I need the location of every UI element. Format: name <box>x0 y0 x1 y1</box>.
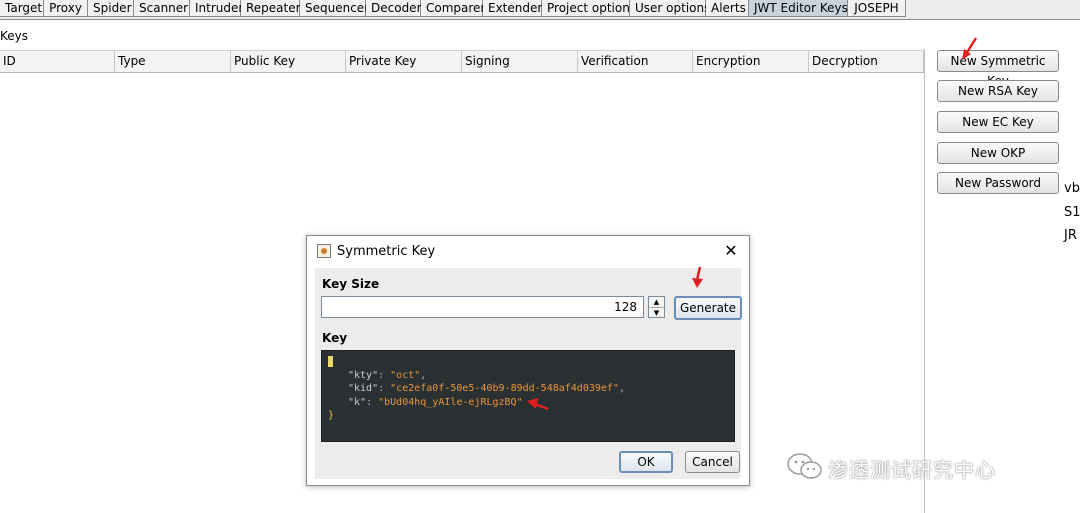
keys-table-header: ID Type Public Key Private Key Signing V… <box>0 50 924 73</box>
new-password-button[interactable]: New Password <box>937 172 1059 194</box>
column-header-id[interactable]: ID <box>0 51 115 72</box>
dialog-title: Symmetric Key <box>337 244 436 259</box>
tab-decoder[interactable]: Decoder <box>366 0 422 17</box>
cancel-button[interactable]: Cancel <box>685 451 740 473</box>
key-label: Key <box>322 331 348 345</box>
key-json-editor[interactable]: "kty": "oct", "kid": "ce2efa0f-50e5-40b9… <box>321 350 735 442</box>
json-value-k: "bUd04hq_yAIle-ejRLgzBQ" <box>378 396 523 408</box>
spinner-up-icon[interactable]: ▲ <box>649 297 664 308</box>
tab-spider[interactable]: Spider <box>88 0 134 17</box>
column-header-verification[interactable]: Verification <box>578 51 693 72</box>
annotation-arrow-icon <box>692 266 703 288</box>
new-symmetric-key-button[interactable]: New Symmetric Key <box>937 50 1059 88</box>
column-header-private-key[interactable]: Private Key <box>346 51 462 72</box>
close-icon[interactable]: ✕ <box>721 241 741 260</box>
tab-project-options[interactable]: Project options <box>542 0 636 17</box>
key-size-spinner: ▲ ▼ <box>648 296 665 318</box>
new-ec-key-button[interactable]: New EC Key <box>937 111 1059 133</box>
json-close-brace: } <box>328 410 335 421</box>
clipped-text-1: vbl <box>1064 181 1080 196</box>
tab-intruder[interactable]: Intruder <box>190 0 243 17</box>
dialog-body: Key Size 128 ▲ ▼ Generate Key "kty": "oc… <box>315 268 742 479</box>
tab-comparer[interactable]: Comparer <box>421 0 485 17</box>
annotation-arrow-icon <box>527 398 549 411</box>
tab-target[interactable]: Target <box>0 0 44 17</box>
ok-button[interactable]: OK <box>619 451 673 473</box>
watermark: 渗透测试研究中心 <box>786 451 995 482</box>
key-size-label: Key Size <box>322 277 380 291</box>
key-size-input[interactable]: 128 <box>321 296 644 318</box>
text-cursor <box>328 355 333 367</box>
json-key-k: "k" <box>348 396 367 408</box>
java-app-icon <box>317 244 331 258</box>
tab-user-options[interactable]: User options <box>630 0 710 17</box>
tab-sequencer[interactable]: Sequencer <box>300 0 369 17</box>
clipped-text-2: S1 <box>1064 205 1080 220</box>
symmetric-key-dialog: Symmetric Key ✕ Key Size 128 ▲ ▼ Generat… <box>306 235 750 486</box>
tab-extender[interactable]: Extender <box>483 0 542 17</box>
wechat-logo-icon <box>787 453 822 479</box>
column-header-decryption[interactable]: Decryption <box>809 51 924 72</box>
spinner-down-icon[interactable]: ▼ <box>649 308 664 318</box>
column-header-signing[interactable]: Signing <box>462 51 578 72</box>
tab-proxy[interactable]: Proxy <box>44 0 88 17</box>
annotation-arrow-icon <box>962 37 978 60</box>
json-value-kty: "oct" <box>390 369 421 381</box>
generate-button[interactable]: Generate <box>674 296 742 320</box>
tab-joseph[interactable]: JOSEPH <box>848 0 906 17</box>
tab-scanner[interactable]: Scanner <box>134 0 190 17</box>
panel-splitter[interactable] <box>924 49 925 513</box>
tab-alerts[interactable]: Alerts <box>706 0 749 17</box>
new-okp-button[interactable]: New OKP <box>937 142 1059 164</box>
json-key-kty: "kty" <box>348 369 379 381</box>
new-rsa-key-button[interactable]: New RSA Key <box>937 80 1059 102</box>
column-header-encryption[interactable]: Encryption <box>693 51 809 72</box>
column-header-type[interactable]: Type <box>115 51 231 72</box>
column-header-public-key[interactable]: Public Key <box>231 51 346 72</box>
clipped-text-3: JR <box>1064 228 1077 243</box>
keys-section-label: Keys <box>0 29 29 43</box>
watermark-text: 渗透测试研究中心 <box>828 458 996 482</box>
tab-bar: Target Proxy Spider Scanner Intruder Rep… <box>0 0 1080 20</box>
json-key-kid: "kid" <box>348 383 379 394</box>
json-value-kid: "ce2efa0f-50e5-40b9-89dd-548af4d039ef" <box>390 383 619 394</box>
dialog-title-bar[interactable]: Symmetric Key ✕ <box>307 236 749 268</box>
tab-jwt-editor-keys[interactable]: JWT Editor Keys <box>749 0 848 17</box>
tab-repeater[interactable]: Repeater <box>241 0 301 17</box>
